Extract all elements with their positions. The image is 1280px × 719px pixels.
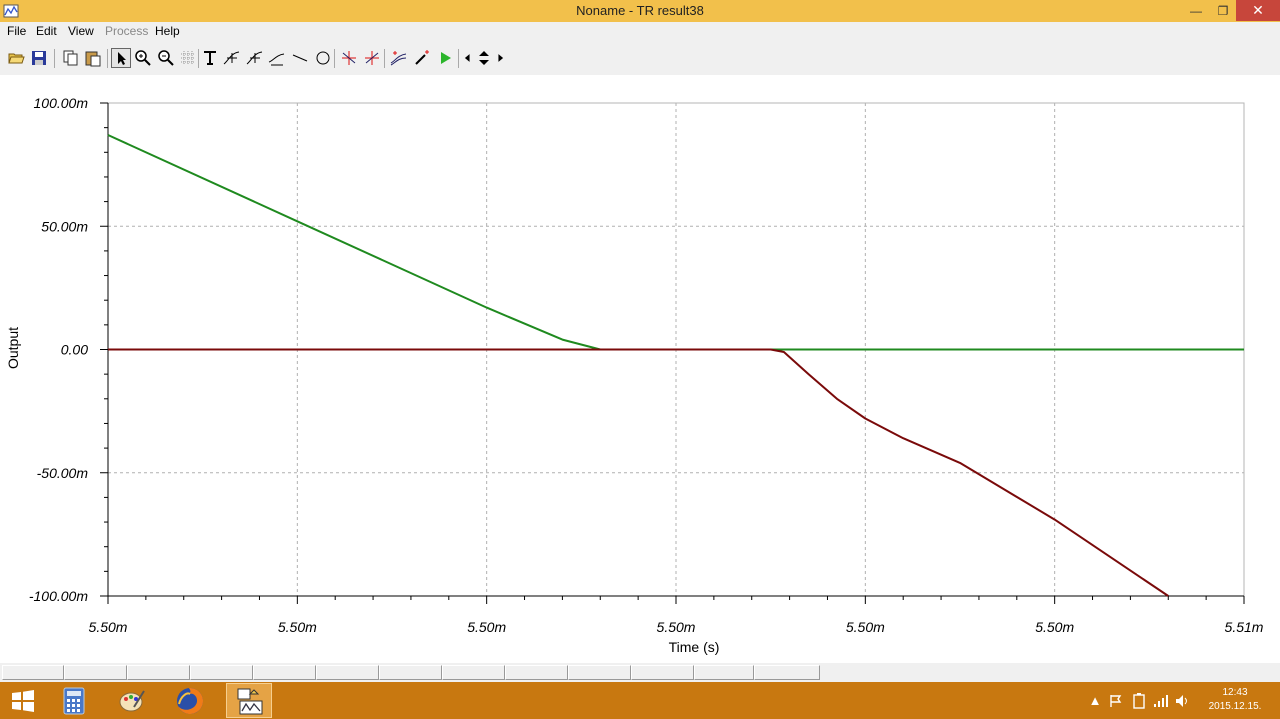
taskbar: ▲ 12:43 2015.12.15. xyxy=(0,682,1280,719)
volume-icon[interactable] xyxy=(1174,682,1192,719)
close-button[interactable]: ✕ xyxy=(1236,0,1280,21)
menu-bar: File Edit View Process Help xyxy=(0,22,1280,41)
status-cell xyxy=(316,665,379,680)
status-cell xyxy=(127,665,190,680)
status-cell xyxy=(754,665,820,680)
x-tick-label: 5.50m xyxy=(89,619,128,635)
menu-help[interactable]: Help xyxy=(155,24,180,38)
menu-process[interactable]: Process xyxy=(105,24,148,38)
minimize-button[interactable]: — xyxy=(1182,0,1210,21)
calculator-icon[interactable] xyxy=(51,683,97,718)
x-tick-label: 5.50m xyxy=(1035,619,1074,635)
menu-file[interactable]: File xyxy=(7,24,26,38)
x-tick-label: 5.51m xyxy=(1225,619,1264,635)
clock[interactable]: 12:43 2015.12.15. xyxy=(1200,686,1270,714)
status-cell xyxy=(631,665,694,680)
x-axis-label: Time (s) xyxy=(669,639,720,655)
marker-b-icon[interactable] xyxy=(362,48,382,68)
windows-start-icon[interactable] xyxy=(0,683,46,718)
paste-icon[interactable] xyxy=(83,48,103,68)
status-cell xyxy=(2,665,64,680)
copy-icon[interactable] xyxy=(60,48,80,68)
x-tick-label: 5.50m xyxy=(467,619,506,635)
y-tick-label: 50.00m xyxy=(41,218,88,234)
firefox-icon[interactable] xyxy=(167,683,213,718)
marker-a-icon[interactable] xyxy=(339,48,359,68)
cursor-ab-icon[interactable] xyxy=(267,48,287,68)
y-tick-label: -100.00m xyxy=(29,588,88,604)
menu-view[interactable]: View xyxy=(68,24,94,38)
title-bar: Noname - TR result38 — ❐ ✕ xyxy=(0,0,1280,22)
cursor-a-icon[interactable] xyxy=(222,48,242,68)
battery-icon[interactable] xyxy=(1130,682,1148,719)
status-cell xyxy=(253,665,316,680)
x-tick-label: 5.50m xyxy=(846,619,885,635)
cursor-b-icon[interactable] xyxy=(245,48,265,68)
status-cell xyxy=(190,665,253,680)
open-folder-icon[interactable] xyxy=(6,48,26,68)
zoom-in-icon[interactable] xyxy=(133,48,153,68)
ticks xyxy=(100,102,1245,604)
series-group xyxy=(107,134,1244,597)
arrow-updown-icon[interactable] xyxy=(475,48,493,68)
status-bar xyxy=(0,663,1280,682)
toolbar xyxy=(0,41,1280,76)
save-icon[interactable] xyxy=(29,48,49,68)
y-tick-label: -50.00m xyxy=(37,465,89,481)
x-tick-label: 5.50m xyxy=(657,619,696,635)
run-icon[interactable] xyxy=(435,48,455,68)
arrow-left-icon[interactable] xyxy=(461,48,475,68)
plot-area[interactable]: 100.00m 50.00m 0.00 -50.00m -100.00m 5.50m 5.… xyxy=(0,75,1280,663)
y-tick-label: 0.00 xyxy=(61,342,88,358)
status-cell xyxy=(442,665,505,680)
status-cell xyxy=(694,665,754,680)
text-icon[interactable] xyxy=(200,48,220,68)
paint-icon[interactable] xyxy=(109,683,155,718)
menu-edit[interactable]: Edit xyxy=(36,24,57,38)
tray-expand-icon[interactable]: ▲ xyxy=(1089,682,1102,719)
x-tick-label: 5.50m xyxy=(278,619,317,635)
arrow-right-icon[interactable] xyxy=(493,48,507,68)
action-center-flag-icon[interactable] xyxy=(1107,682,1125,719)
status-cell xyxy=(568,665,631,680)
y-axis-label: Output xyxy=(5,327,21,369)
tina-app-icon[interactable] xyxy=(226,683,272,718)
chart[interactable]: 100.00m50.00m0.00-50.00m-100.00m 5.50m 5.… xyxy=(0,75,1280,663)
maximize-button[interactable]: ❐ xyxy=(1210,0,1236,21)
pen-icon[interactable] xyxy=(412,48,432,68)
status-cell xyxy=(379,665,442,680)
line-icon[interactable] xyxy=(290,48,310,68)
pointer-icon[interactable] xyxy=(111,48,131,68)
clock-date: 2015.12.15. xyxy=(1208,701,1262,712)
x-tick-labels: 5.50m 5.50m 5.50m 5.50m 5.50m 5.50m 5.51m xyxy=(89,619,1264,635)
status-cell xyxy=(505,665,568,680)
signal-icon[interactable] xyxy=(1152,682,1170,719)
window-title: Noname - TR result38 xyxy=(576,3,704,18)
y-tick-label: 100.00m xyxy=(34,95,89,111)
status-cell xyxy=(64,665,127,680)
ellipse-icon[interactable] xyxy=(313,48,333,68)
clock-time: 12:43 xyxy=(1222,687,1248,698)
y-tick-labels: 100.00m 50.00m 0.00 -50.00m -100.00m xyxy=(29,95,88,604)
add-curve-icon[interactable] xyxy=(389,48,409,68)
zoom-100-icon[interactable] xyxy=(156,48,176,68)
grid-icon[interactable] xyxy=(178,48,198,68)
